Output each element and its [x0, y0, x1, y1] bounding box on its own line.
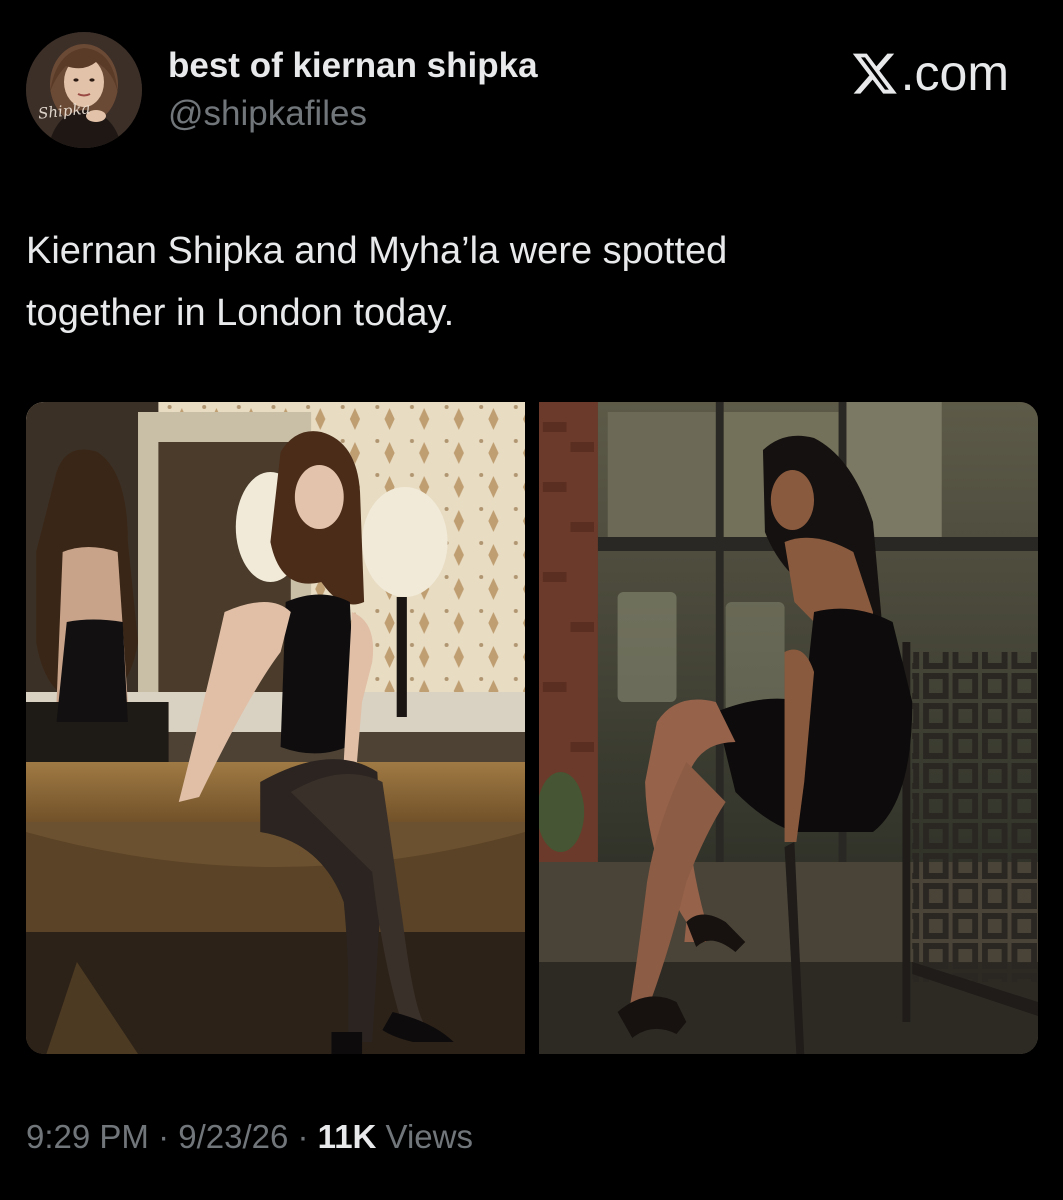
tweet-text-line-1: Kiernan Shipka and Myha’la were spotted: [26, 230, 728, 272]
photo-image-right: [539, 402, 1038, 1054]
tweet-date[interactable]: 9/23/26: [178, 1118, 288, 1155]
brand-label: .com: [900, 45, 1009, 101]
author-display-name[interactable]: best of kiernan shipka: [168, 46, 538, 86]
x-logo-icon: [852, 53, 897, 94]
media-grid: [26, 402, 1038, 1054]
tweet-card: Shipka best of kiernan shipka @shipkafil…: [0, 0, 1063, 1200]
avatar-portrait-icon: [26, 32, 142, 148]
meta-separator: ·: [148, 1118, 179, 1155]
brand-watermark: .com: [851, 44, 1009, 102]
author-handle[interactable]: @shipkafiles: [168, 94, 367, 134]
views-label[interactable]: Views: [376, 1118, 473, 1155]
avatar[interactable]: Shipka: [26, 32, 142, 148]
tweet-text: Kiernan Shipka and Myha’la were spotted …: [26, 220, 1006, 344]
meta-separator: ·: [288, 1118, 318, 1155]
tweet-text-line-2: together in London today.: [26, 292, 455, 334]
tweet-meta: 9:29 PM · 9/23/26 · 11K Views: [26, 1118, 473, 1156]
photo-kiernan-shipka[interactable]: [26, 402, 525, 1054]
tweet-time[interactable]: 9:29 PM: [26, 1118, 149, 1155]
photo-myhala[interactable]: [539, 402, 1038, 1054]
photo-image-left: [26, 402, 525, 1054]
views-count[interactable]: 11K: [318, 1118, 377, 1155]
